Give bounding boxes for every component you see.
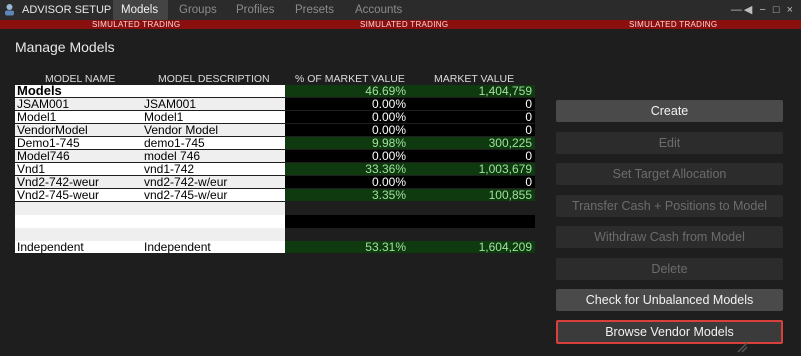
tab-models[interactable]: Models	[113, 0, 168, 20]
table-row[interactable]: VendorModel Vendor Model 0.00% 0	[15, 124, 535, 136]
cell-market-value: 1,604,209	[408, 241, 535, 253]
cell-pct: 46.69%	[285, 85, 408, 97]
cell-pct: 33.36%	[285, 163, 408, 175]
sim-label-center: SIMULATED TRADING	[360, 20, 449, 29]
table-row[interactable]: Demo1-745 demo1-745 9.98% 300,225	[15, 137, 535, 149]
advisor-icon	[5, 4, 14, 16]
cell-model-name: Models	[17, 85, 62, 97]
table-row-empty	[15, 202, 535, 215]
cell-market-value: 100,855	[408, 189, 535, 201]
withdraw-cash-button[interactable]: Withdraw Cash from Model	[556, 226, 783, 248]
col-header-pct-market-value: % OF MARKET VALUE	[295, 73, 405, 85]
cell-model-name	[15, 228, 145, 240]
cell-pct: 3.35%	[285, 189, 408, 201]
table-row[interactable]: Model1 Model1 0.00% 0	[15, 111, 535, 123]
cell-description: model 746	[144, 150, 201, 162]
create-button[interactable]: Create	[556, 100, 783, 122]
cell-market-value: 0	[408, 111, 535, 123]
cell-description: Independent	[144, 241, 211, 253]
cell-market-value: 300,225	[408, 137, 535, 149]
cell-pct: 0.00%	[285, 124, 408, 136]
cell-pct: 0.00%	[285, 98, 408, 110]
page-title: Manage Models	[15, 39, 115, 55]
cell-market-value: 0	[408, 150, 535, 162]
table-row-empty	[15, 215, 535, 228]
cell-pct	[285, 215, 408, 228]
tab-accounts[interactable]: Accounts	[355, 4, 402, 16]
table-row-empty	[15, 228, 535, 241]
cell-model-name: Vnd2-745-weur	[17, 189, 100, 201]
table-row[interactable]: Model746 model 746 0.00% 0	[15, 150, 535, 162]
table-row[interactable]: Independent Independent 53.31% 1,604,209	[15, 241, 535, 253]
cell-pct: 9.98%	[285, 137, 408, 149]
edit-button[interactable]: Edit	[556, 132, 783, 154]
resize-grip-icon[interactable]	[736, 341, 748, 353]
cell-pct: 0.00%	[285, 150, 408, 162]
browse-vendor-models-button[interactable]: Browse Vendor Models	[556, 320, 783, 344]
cell-pct: 53.31%	[285, 241, 408, 253]
cell-market-value: 0	[408, 176, 535, 188]
check-unbalanced-models-button[interactable]: Check for Unbalanced Models	[556, 289, 783, 311]
transfer-cash-positions-button[interactable]: Transfer Cash + Positions to Model	[556, 195, 783, 217]
cell-description: JSAM001	[144, 98, 197, 110]
tab-groups[interactable]: Groups	[179, 4, 217, 16]
col-header-model-name: MODEL NAME	[45, 73, 116, 85]
sim-label-left: SIMULATED TRADING	[92, 20, 181, 29]
cell-model-name: Vnd1	[17, 163, 46, 175]
col-header-market-value: MARKET VALUE	[434, 73, 515, 85]
table-row[interactable]: Vnd2-742-weur vnd2-742-w/eur 0.00% 0	[15, 176, 535, 188]
cell-market-value: 0	[408, 98, 535, 110]
cell-model-name: VendorModel	[17, 124, 88, 136]
table-row[interactable]: Models 46.69% 1,404,759	[15, 85, 535, 97]
col-header-description: MODEL DESCRIPTION	[158, 73, 270, 85]
app-title: ADVISOR SETUP	[22, 4, 112, 16]
cell-description: vnd1-742	[144, 163, 195, 175]
delete-button[interactable]: Delete	[556, 258, 783, 280]
tab-profiles[interactable]: Profiles	[236, 4, 274, 16]
table-row[interactable]: Vnd1 vnd1-742 33.36% 1,003,679	[15, 163, 535, 175]
cell-market-value: 0	[408, 124, 535, 136]
table-row[interactable]: Vnd2-745-weur vnd2-745-w/eur 3.35% 100,8…	[15, 189, 535, 201]
cell-model-name: Demo1-745	[17, 137, 80, 149]
cell-model-name: Vnd2-742-weur	[17, 176, 100, 188]
set-target-allocation-button[interactable]: Set Target Allocation	[556, 163, 783, 185]
cell-model-name: Independent	[17, 241, 84, 253]
cell-market-value: 1,003,679	[408, 163, 535, 175]
cell-description	[143, 85, 286, 97]
cell-model-name: Model1	[17, 111, 57, 123]
cell-pct: 0.00%	[285, 111, 408, 123]
table-row[interactable]: JSAM001 JSAM001 0.00% 0	[15, 98, 535, 110]
cell-description: vnd2-745-w/eur	[144, 189, 228, 201]
tab-label: Models	[121, 4, 159, 16]
cell-pct: 0.00%	[285, 176, 408, 188]
cell-model-name: JSAM001	[17, 98, 70, 110]
cell-model-name: Model746	[17, 150, 70, 162]
window-controls[interactable]: —◀ − □ ×	[731, 3, 795, 16]
cell-description: Vendor Model	[144, 124, 219, 136]
cell-description: demo1-745	[144, 137, 205, 149]
cell-description: vnd2-742-w/eur	[144, 176, 228, 188]
cell-description: Model1	[144, 111, 184, 123]
cell-market-value	[408, 215, 535, 228]
tab-presets[interactable]: Presets	[295, 4, 334, 16]
cell-market-value: 1,404,759	[408, 85, 535, 97]
sim-label-right: SIMULATED TRADING	[629, 20, 718, 29]
cell-model-name	[15, 202, 145, 214]
